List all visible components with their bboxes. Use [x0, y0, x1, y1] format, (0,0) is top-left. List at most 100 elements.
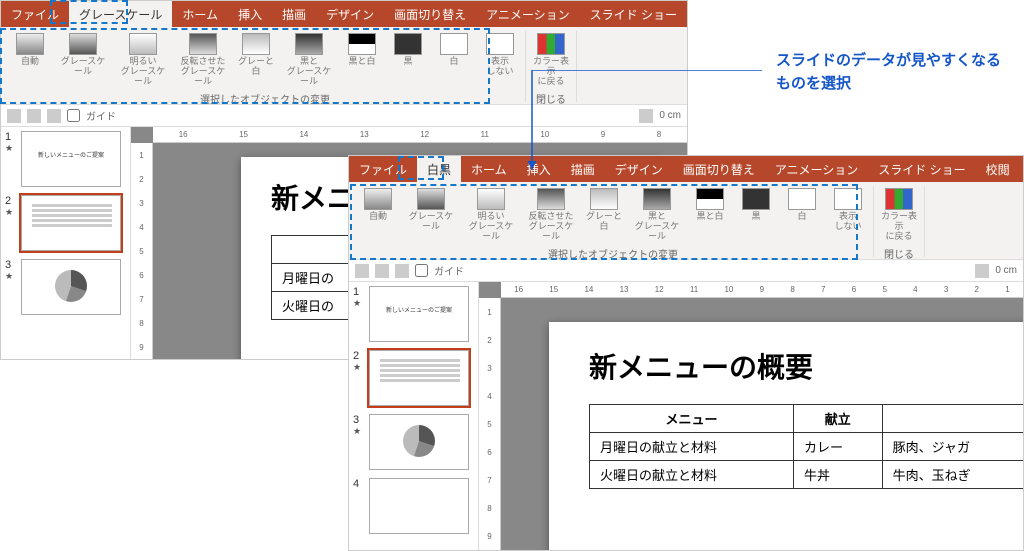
ruler-icon[interactable] — [27, 109, 41, 123]
tab-transitions[interactable]: 画面切り替え — [384, 1, 476, 27]
thumb-number: 2★ — [353, 350, 365, 373]
mode-button-5[interactable]: 黒と グレースケール — [629, 186, 685, 244]
mode-button-2[interactable]: 明るい グレースケール — [463, 186, 519, 244]
tab-draw[interactable]: 描画 — [561, 156, 605, 182]
mode-label: 白 — [797, 212, 806, 222]
back-to-color-button[interactable]: カラー表示 に戻る — [530, 31, 572, 89]
mode-button-6[interactable]: 黒と白 — [689, 186, 731, 224]
ruler-tick: 9 — [760, 285, 764, 294]
thumbnail-panel: 1★新しいメニューのご提案 2★ 3★ — [1, 127, 131, 359]
tab-design[interactable]: デザイン — [316, 1, 384, 27]
mode-swatch-icon — [834, 188, 862, 210]
mode-button-9[interactable]: 表示 しない — [827, 186, 869, 234]
ruler-tick: 4 — [487, 392, 491, 401]
tab-file[interactable]: ファイル — [349, 156, 417, 182]
close-label[interactable]: 閉じる — [536, 91, 566, 106]
ruler-tick: 12 — [655, 285, 664, 294]
grid-icon[interactable] — [395, 264, 409, 278]
align-icon[interactable] — [639, 109, 653, 123]
mode-button-3[interactable]: 反転させた グレースケール — [523, 186, 579, 244]
mode-label: 黒と白 — [348, 57, 375, 67]
spinbox-value[interactable]: 0 cm — [659, 110, 681, 121]
slide-thumbnail[interactable] — [369, 478, 469, 534]
mode-button-0[interactable]: 自動 — [9, 31, 51, 69]
tab-file[interactable]: ファイル — [1, 1, 69, 27]
mode-label: グレースケール — [405, 212, 457, 232]
group-label: 選択したオブジェクトの変更 — [548, 246, 678, 261]
mode-swatch-icon — [295, 33, 323, 55]
spinbox-value[interactable]: 0 cm — [995, 265, 1017, 276]
ruler-tick: 8 — [487, 504, 491, 513]
ribbon-tabs: ファイル 白黒 ホーム 挿入 描画 デザイン 画面切り替え アニメーション スラ… — [349, 156, 1023, 182]
tab-design[interactable]: デザイン — [605, 156, 673, 182]
thumbnail-row[interactable]: 1★新しいメニューのご提案 — [5, 131, 126, 187]
slide-thumbnail[interactable]: 新しいメニューのご提案 — [369, 286, 469, 342]
ruler-icon[interactable] — [375, 264, 389, 278]
tab-blackwhite[interactable]: 白黒 — [417, 156, 461, 182]
horizontal-ruler: 16151413121110987654321 — [501, 282, 1023, 298]
mode-button-2[interactable]: 明るい グレースケール — [115, 31, 171, 89]
tab-view[interactable]: 表示 — [731, 1, 775, 27]
tab-review[interactable]: 校閲 — [976, 156, 1020, 182]
mode-button-8[interactable]: 白 — [433, 31, 475, 69]
mode-button-1[interactable]: グレースケール — [403, 186, 459, 234]
mode-swatch-icon — [486, 33, 514, 55]
slide-thumbnail[interactable] — [369, 350, 469, 406]
mode-swatch-icon — [477, 188, 505, 210]
slide-content[interactable]: 新メニューの概要 メニュー 献立 月曜日の献立と材料 カレー 豚肉、ジャガ 火曜… — [549, 322, 1023, 550]
mode-label: 明るい グレースケール — [117, 57, 169, 87]
mode-button-5[interactable]: 黒と グレースケール — [281, 31, 337, 89]
thumbnail-row[interactable]: 2★ — [5, 195, 126, 251]
tab-insert[interactable]: 挿入 — [517, 156, 561, 182]
thumbnail-row[interactable]: 1★新しいメニューのご提案 — [353, 286, 474, 342]
tab-home[interactable]: ホーム — [461, 156, 517, 182]
tab-slideshow[interactable]: スライド ショー — [580, 1, 687, 27]
guide-checkbox[interactable] — [67, 109, 80, 122]
mode-label: グレースケール — [57, 57, 109, 77]
thumbnail-row[interactable]: 2★ — [353, 350, 474, 406]
tab-grayscale[interactable]: グレースケール — [69, 1, 172, 27]
align-icon[interactable] — [975, 264, 989, 278]
mode-button-0[interactable]: 自動 — [357, 186, 399, 224]
thumb-number: 1★ — [353, 286, 365, 309]
slide-thumbnail[interactable] — [369, 414, 469, 470]
slide-thumbnail[interactable]: 新しいメニューのご提案 — [21, 131, 121, 187]
thumbnail-row[interactable]: 4 — [353, 478, 474, 534]
mode-button-9[interactable]: 表示 しない — [479, 31, 521, 79]
vertical-ruler: 123456789 — [479, 298, 501, 550]
mode-button-7[interactable]: 黒 — [387, 31, 429, 69]
tab-view[interactable]: 表示 — [1020, 156, 1024, 182]
tab-animations[interactable]: アニメーション — [476, 1, 580, 27]
close-label[interactable]: 閉じる — [884, 246, 914, 261]
thumbnail-row[interactable]: 3★ — [353, 414, 474, 470]
mode-button-4[interactable]: グレーと白 — [583, 186, 625, 234]
tab-draw[interactable]: 描画 — [272, 1, 316, 27]
slide-thumbnail[interactable] — [21, 259, 121, 315]
table-header — [882, 405, 1023, 433]
cursor-icon[interactable] — [7, 109, 21, 123]
tab-developer[interactable]: 開発 — [775, 1, 819, 27]
tab-transitions[interactable]: 画面切り替え — [673, 156, 765, 182]
mode-button-8[interactable]: 白 — [781, 186, 823, 224]
mode-button-6[interactable]: 黒と白 — [341, 31, 383, 69]
cursor-icon[interactable] — [355, 264, 369, 278]
ruler-tick: 2 — [975, 285, 979, 294]
guide-checkbox[interactable] — [415, 264, 428, 277]
mode-button-1[interactable]: グレースケール — [55, 31, 111, 79]
mode-button-4[interactable]: グレーと白 — [235, 31, 277, 79]
tab-insert[interactable]: 挿入 — [228, 1, 272, 27]
ruler-tick: 3 — [944, 285, 948, 294]
back-to-color-button[interactable]: カラー表示 に戻る — [878, 186, 920, 244]
slide-thumbnail[interactable] — [21, 195, 121, 251]
mode-swatch-icon — [348, 33, 376, 55]
grid-icon[interactable] — [47, 109, 61, 123]
table-cell: 牛肉、玉ねぎ — [882, 461, 1023, 489]
tab-home[interactable]: ホーム — [172, 1, 228, 27]
thumbnail-row[interactable]: 3★ — [5, 259, 126, 315]
mode-button-3[interactable]: 反転させた グレースケール — [175, 31, 231, 89]
tab-animations[interactable]: アニメーション — [765, 156, 869, 182]
tab-help[interactable]: ヘルプ — [819, 1, 875, 27]
tab-slideshow[interactable]: スライド ショー — [868, 156, 975, 182]
tab-review[interactable]: 校閲 — [687, 1, 731, 27]
mode-button-7[interactable]: 黒 — [735, 186, 777, 224]
